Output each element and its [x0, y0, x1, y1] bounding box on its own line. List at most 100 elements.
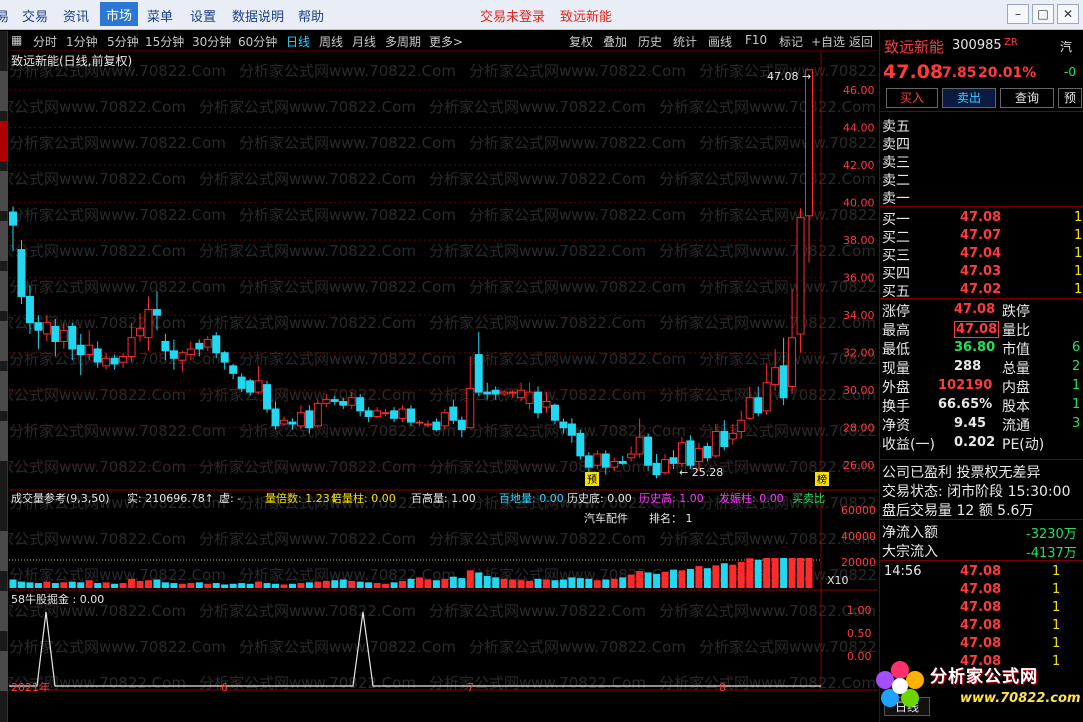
watermark-text: 分析家公式网www.70822.Com	[429, 674, 646, 692]
preset-button[interactable]: 预	[1058, 88, 1082, 108]
volume-indicator-value: 百高量: 1.00	[411, 491, 476, 505]
volume-bar	[653, 573, 661, 588]
period-multi[interactable]: 多周期	[385, 33, 421, 50]
watermark-text: 分析家公式网www.70822.Com	[199, 170, 416, 188]
candle-body	[356, 397, 365, 412]
candle-body	[703, 445, 712, 459]
buy-button[interactable]: 买入	[886, 88, 938, 108]
watermark-text: 分析家公式网www.70822.Com	[9, 98, 186, 116]
menu-trade[interactable]: 交易	[22, 6, 48, 25]
left-tab[interactable]	[0, 421, 8, 461]
period-15min[interactable]: 15分钟	[145, 33, 184, 50]
date-axis-label: 7	[467, 681, 474, 692]
volume-bar	[314, 581, 322, 588]
left-tab[interactable]	[0, 651, 8, 691]
volume-bar	[466, 570, 474, 588]
left-tab[interactable]	[0, 321, 8, 361]
period-30min[interactable]: 30分钟	[192, 33, 231, 50]
menu-info[interactable]: 资讯	[63, 6, 89, 25]
close-button[interactable]: ✕	[1057, 4, 1079, 24]
minimize-button[interactable]: –	[1007, 4, 1029, 24]
y-tick-label: 38.00	[843, 234, 875, 247]
stat-value: 102190	[938, 378, 993, 393]
statistics-button[interactable]: 统计	[673, 33, 697, 50]
block-inflow-label: 大宗流入	[882, 544, 938, 560]
stat-value: 0.202	[954, 435, 996, 450]
trade-login-status[interactable]: 交易未登录	[480, 6, 545, 25]
restore-rights-button[interactable]: 复权	[569, 33, 593, 50]
period-weekly[interactable]: 周线	[319, 33, 343, 50]
menu-settings[interactable]: 设置	[190, 6, 216, 25]
left-tab[interactable]	[0, 271, 8, 311]
y-tick-label: 32.00	[843, 347, 875, 360]
watermark-text: 分析家公式网www.70822.Com	[469, 638, 686, 656]
volume-bar	[119, 583, 127, 588]
volume-indicator-value: 量倍数: 1.23↓	[265, 491, 339, 505]
left-tab-active[interactable]	[0, 121, 8, 161]
volume-bar	[449, 576, 457, 588]
period-fenshi[interactable]: 分时	[33, 33, 57, 50]
candle-body	[34, 322, 43, 331]
draw-line-button[interactable]: 画线	[708, 33, 732, 50]
menu-market[interactable]: 市场	[100, 2, 139, 26]
menu-trade-prev[interactable]: 易	[0, 6, 9, 25]
mark-button[interactable]: 标记	[779, 33, 803, 50]
candle-body	[525, 391, 534, 404]
menu-bar: 易 交易 资讯 市场 菜单 设置 数据说明 帮助 交易未登录 致远新能 – □ …	[0, 0, 1083, 30]
menu-menu[interactable]: 菜单	[147, 6, 173, 25]
period-5min[interactable]: 5分钟	[107, 33, 139, 50]
chart-title: 致远新能(日线,前复权)	[11, 53, 132, 68]
left-tab[interactable]	[0, 171, 8, 211]
query-button[interactable]: 查询	[1000, 88, 1054, 108]
tick-volume: 1	[1052, 618, 1061, 633]
left-tab[interactable]	[0, 71, 8, 111]
candle-body	[415, 421, 424, 424]
period-1min[interactable]: 1分钟	[66, 33, 98, 50]
add-watchlist-button[interactable]: +自选	[811, 33, 845, 50]
grid-icon[interactable]: ▦	[11, 33, 22, 47]
candle-body	[711, 430, 720, 457]
left-tab[interactable]	[0, 531, 8, 571]
watermark-text: 分析家公式网www.70822.Com	[199, 602, 416, 620]
period-60min[interactable]: 60分钟	[238, 33, 277, 50]
candle-body	[610, 460, 619, 468]
watermark-text: 分析家公式网www.70822.Com	[9, 530, 186, 548]
back-button[interactable]: 返回	[849, 33, 873, 50]
period-more[interactable]: 更多>	[429, 33, 463, 50]
left-tab[interactable]	[0, 591, 8, 631]
left-tab[interactable]	[0, 221, 8, 261]
pre-badge-text: 预	[587, 474, 597, 486]
volume-bar	[670, 569, 678, 588]
candle-body	[119, 355, 128, 363]
left-tab-strip[interactable]	[0, 31, 8, 722]
volume-y-tick: 20000	[841, 556, 876, 569]
period-daily[interactable]: 日线	[286, 33, 310, 50]
f10-button[interactable]: F10	[745, 33, 767, 47]
stat-label: 换手	[882, 399, 910, 415]
overlay-button[interactable]: 叠加	[603, 33, 627, 50]
volume-indicator-value: 虚: -	[219, 492, 241, 505]
watermark-text: 分析家公式网www.70822.Com	[469, 278, 686, 296]
left-tab[interactable]	[0, 371, 8, 411]
sell-button[interactable]: 卖出	[942, 88, 996, 108]
period-monthly[interactable]: 月线	[352, 33, 376, 50]
stat-label: 量比	[1002, 323, 1030, 339]
last-price: 47.08	[883, 61, 944, 83]
watermark-text: 分析家公式网www.70822.Com	[9, 242, 186, 260]
kline-chart-area[interactable]: 分析家公式网www.70822.Com 分析家公式网www.70822.Com 分析…	[9, 52, 878, 692]
menu-help[interactable]: 帮助	[298, 6, 324, 25]
high-price-label: 47.08 →	[767, 70, 811, 83]
volume-bar	[483, 575, 491, 588]
watermark-text: 分析家公式网www.70822.Com	[659, 170, 876, 188]
maximize-button[interactable]: □	[1032, 4, 1054, 24]
candle-body	[373, 410, 382, 417]
bid4-price: 47.03	[960, 264, 1002, 279]
stat-label: 最高	[882, 323, 910, 339]
volume-bar	[568, 577, 576, 588]
volume-bar	[136, 580, 144, 588]
watermark-text: 分析家公式网www.70822.Com	[239, 566, 456, 584]
menu-data-explain[interactable]: 数据说明	[232, 6, 284, 25]
candle-body	[737, 419, 746, 432]
low-price-label: ← 25.28	[679, 466, 723, 479]
history-button[interactable]: 历史	[638, 33, 662, 50]
